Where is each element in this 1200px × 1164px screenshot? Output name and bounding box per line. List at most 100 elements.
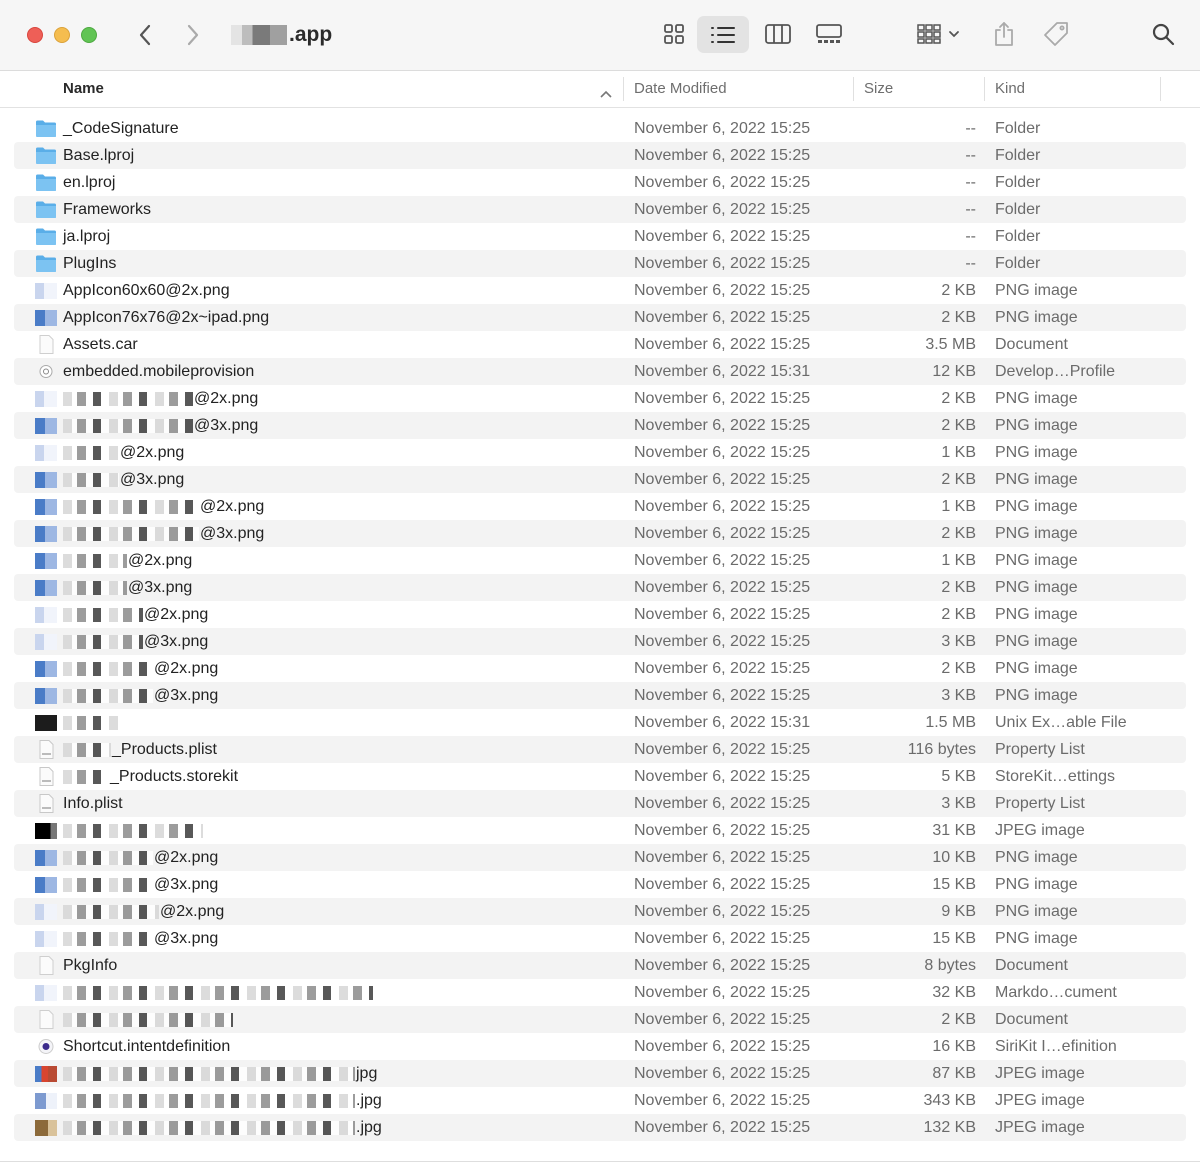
file-name-text: ja.lproj <box>63 228 111 245</box>
share-button[interactable] <box>989 17 1019 51</box>
file-row[interactable]: @2x.png November 6, 2022 15:25 1 KB PNG ima… <box>14 547 1186 574</box>
file-row[interactable]: @3x.png November 6, 2022 15:25 2 KB PNG ima… <box>14 520 1186 547</box>
file-kind: PNG image <box>995 930 1078 947</box>
file-row[interactable]: Info.plist November 6, 2022 15:25 3 KB Prop… <box>14 790 1186 817</box>
file-row[interactable]: AppIcon76x76@2x~ipad.png November 6, 2022… <box>14 304 1186 331</box>
minimize-window-button[interactable] <box>54 27 70 43</box>
file-size: 3 KB <box>941 687 976 704</box>
forward-button[interactable] <box>180 22 206 48</box>
file-row[interactable]: @3x.png November 6, 2022 15:25 2 KB PNG ima… <box>14 412 1186 439</box>
file-row[interactable]: @2x.png November 6, 2022 15:25 2 KB PNG ima… <box>14 385 1186 412</box>
file-row[interactable]: November 6, 2022 15:25 32 KB Markdo…cument <box>14 979 1186 1006</box>
file-row[interactable]: PlugIns November 6, 2022 15:25 -- Folder <box>14 250 1186 277</box>
icon-view-button[interactable] <box>657 17 691 51</box>
file-kind: Folder <box>995 228 1041 245</box>
file-row[interactable]: Shortcut.intentdefinition November 6, 202… <box>14 1033 1186 1060</box>
file-row[interactable]: November 6, 2022 15:25 31 KB JPEG image <box>14 817 1186 844</box>
plist-icon <box>39 740 54 759</box>
redacted-filename <box>63 904 159 919</box>
provision-icon <box>39 365 53 378</box>
file-row[interactable]: Assets.car November 6, 2022 15:25 3.5 MB Do… <box>14 331 1186 358</box>
file-row[interactable]: @2x.png November 6, 2022 15:25 10 KB PNG im… <box>14 844 1186 871</box>
file-row[interactable]: _Products.plist November 6, 2022 15:25 116… <box>14 736 1186 763</box>
gallery-view-button[interactable] <box>811 17 847 51</box>
file-name: en.lproj <box>63 169 115 196</box>
file-name-text: _CodeSignature <box>63 120 179 137</box>
file-size: 1 KB <box>941 444 976 461</box>
file-kind: PNG image <box>995 282 1078 299</box>
file-row[interactable]: November 6, 2022 15:25 2 KB Document <box>14 1006 1186 1033</box>
file-row[interactable]: _Products.storekit November 6, 2022 15:25… <box>14 763 1186 790</box>
file-date: November 6, 2022 15:25 <box>634 606 811 623</box>
file-row[interactable]: Base.lproj November 6, 2022 15:25 -- Folder <box>14 142 1186 169</box>
column-separator[interactable] <box>984 77 985 101</box>
file-row[interactable]: @2x.png November 6, 2022 15:25 2 KB PNG ima… <box>14 601 1186 628</box>
file-date: November 6, 2022 15:25 <box>634 471 811 488</box>
file-row[interactable]: @2x.png November 6, 2022 15:25 1 KB PNG ima… <box>14 439 1186 466</box>
file-size: 1.5 MB <box>925 714 976 731</box>
file-name-text: embedded.mobileprovision <box>63 363 255 380</box>
folder-icon <box>36 255 56 272</box>
file-row[interactable]: Frameworks November 6, 2022 15:25 -- Folder <box>14 196 1186 223</box>
column-separator[interactable] <box>623 77 624 101</box>
file-row[interactable]: AppIcon60x60@2x.png November 6, 2022 15:2… <box>14 277 1186 304</box>
column-kind[interactable]: Kind <box>995 71 1025 107</box>
file-kind: SiriKit I…efinition <box>995 1038 1117 1055</box>
column-separator[interactable] <box>853 77 854 101</box>
file-row[interactable]: .jpg November 6, 2022 15:25 343 KB JPEG ima… <box>14 1087 1186 1114</box>
file-name: .jpg <box>63 1114 382 1141</box>
file-date: November 6, 2022 15:25 <box>634 147 811 164</box>
file-row[interactable]: PkgInfo November 6, 2022 15:25 8 bytes Docu… <box>14 952 1186 979</box>
list-view-button[interactable] <box>697 16 749 53</box>
column-size[interactable]: Size <box>864 71 893 107</box>
file-row[interactable]: en.lproj November 6, 2022 15:25 -- Folder <box>14 169 1186 196</box>
file-row[interactable]: embedded.mobileprovision November 6, 2022… <box>14 358 1186 385</box>
file-size: -- <box>965 255 976 272</box>
file-name: _Products.plist <box>63 736 217 763</box>
file-name <box>63 817 204 844</box>
file-name: Assets.car <box>63 331 138 358</box>
tag-icon <box>1044 22 1068 46</box>
redacted-filename <box>63 931 153 946</box>
image-icon <box>35 985 57 1001</box>
file-row[interactable]: @3x.png November 6, 2022 15:25 2 KB PNG ima… <box>14 466 1186 493</box>
column-view-button[interactable] <box>760 17 796 51</box>
file-row[interactable]: .jpg November 6, 2022 15:25 132 KB JPEG ima… <box>14 1114 1186 1141</box>
column-date-modified[interactable]: Date Modified <box>634 71 727 107</box>
file-date: November 6, 2022 15:25 <box>634 1011 811 1028</box>
close-window-button[interactable] <box>27 27 43 43</box>
file-name-text: @3x.png <box>154 876 219 893</box>
chevron-left-icon <box>139 24 151 46</box>
file-name: Shortcut.intentdefinition <box>63 1033 230 1060</box>
plist-icon <box>39 794 54 813</box>
file-row[interactable]: @3x.png November 6, 2022 15:25 15 KB PNG im… <box>14 871 1186 898</box>
file-row[interactable]: @2x.png November 6, 2022 15:25 9 KB PNG ima… <box>14 898 1186 925</box>
file-name-text: Info.plist <box>63 795 123 812</box>
tag-button[interactable] <box>1040 17 1072 51</box>
file-name-text: PkgInfo <box>63 957 118 974</box>
file-row[interactable]: November 6, 2022 15:31 1.5 MB Unix Ex…able… <box>14 709 1186 736</box>
column-separator[interactable] <box>1160 77 1161 101</box>
search-button[interactable] <box>1146 17 1180 51</box>
file-row[interactable]: @3x.png November 6, 2022 15:25 2 KB PNG ima… <box>14 574 1186 601</box>
file-row[interactable]: @3x.png November 6, 2022 15:25 3 KB PNG ima… <box>14 628 1186 655</box>
file-date: November 6, 2022 15:25 <box>634 1092 811 1109</box>
group-by-button[interactable] <box>910 17 966 51</box>
file-name-text: PlugIns <box>63 255 117 272</box>
file-row[interactable]: @2x.png November 6, 2022 15:25 2 KB PNG ima… <box>14 655 1186 682</box>
file-row[interactable]: jpg November 6, 2022 15:25 87 KB JPEG image <box>14 1060 1186 1087</box>
file-row[interactable]: ja.lproj November 6, 2022 15:25 -- Folder <box>14 223 1186 250</box>
column-name[interactable]: Name <box>63 71 104 107</box>
file-row[interactable]: @3x.png November 6, 2022 15:25 15 KB PNG im… <box>14 925 1186 952</box>
back-button[interactable] <box>132 22 158 48</box>
file-row[interactable]: @2x.png November 6, 2022 15:25 1 KB PNG ima… <box>14 493 1186 520</box>
redacted-filename <box>63 1093 355 1108</box>
file-date: November 6, 2022 15:25 <box>634 876 811 893</box>
file-name: @2x.png <box>63 385 258 412</box>
file-name: Info.plist <box>63 790 123 817</box>
file-row[interactable]: @3x.png November 6, 2022 15:25 3 KB PNG ima… <box>14 682 1186 709</box>
file-row[interactable]: _CodeSignature November 6, 2022 15:25 -- Fo… <box>14 115 1186 142</box>
zoom-window-button[interactable] <box>81 27 97 43</box>
file-size: 3 KB <box>941 633 976 650</box>
file-name: @2x.png <box>63 439 184 466</box>
